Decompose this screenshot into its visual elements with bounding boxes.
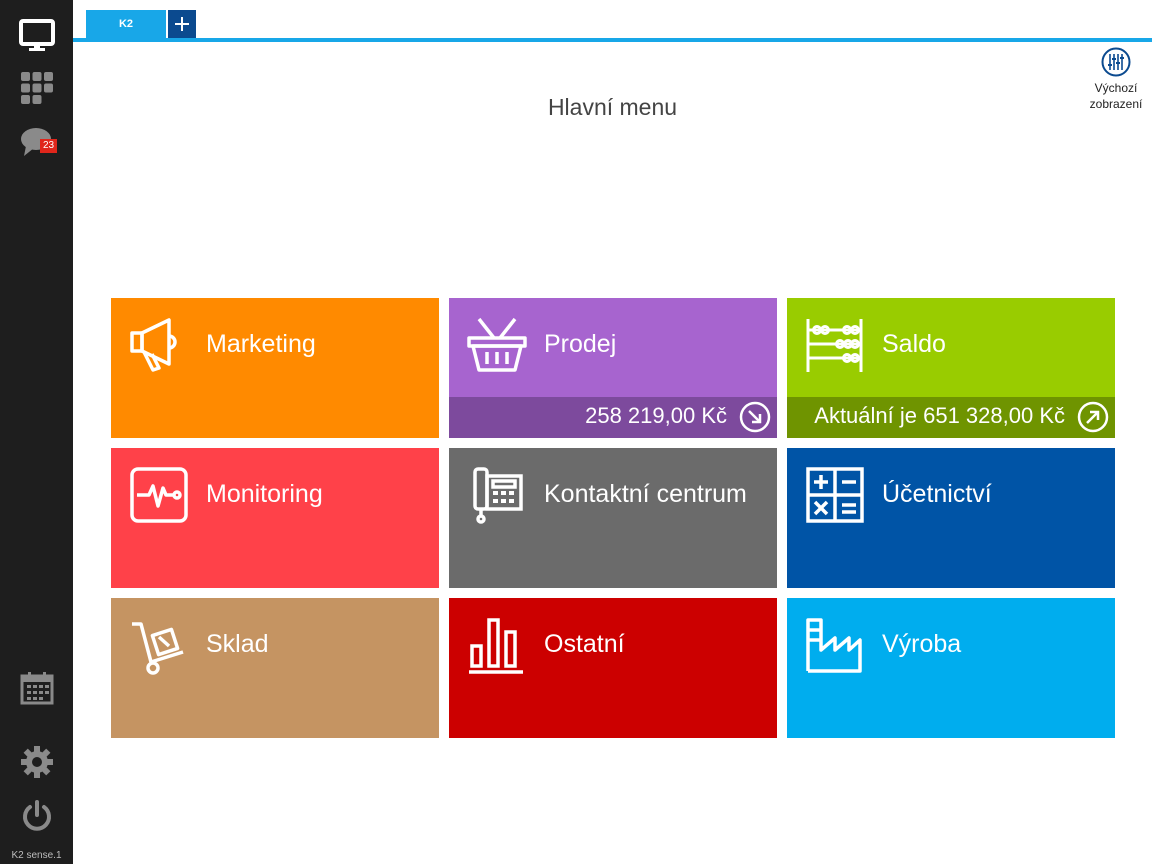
add-tab-button[interactable] [168,10,196,38]
heartbeat-monitor-icon [129,466,189,526]
abacus-icon [805,316,865,376]
default-view-label-line2: zobrazení [1089,97,1143,111]
tile-label: Výroba [882,630,962,658]
tab-k2[interactable]: K2 [86,10,166,38]
calendar-icon[interactable] [18,669,56,707]
tile-kontaktni-centrum[interactable]: Kontaktní centrum [449,448,777,588]
default-view-button[interactable]: Výchozí zobrazení [1084,46,1148,112]
plus-icon [175,17,189,31]
messages-icon[interactable]: 23 [18,123,58,161]
megaphone-icon [129,316,189,376]
default-view-label-line1: Výchozí [1094,81,1138,95]
tile-label: Kontaktní centrum [544,480,747,508]
power-icon[interactable] [18,797,56,835]
apps-grid-icon[interactable] [18,69,56,107]
tile-label: Saldo [882,330,946,358]
factory-icon [805,616,865,676]
bar-chart-icon [467,616,527,676]
sliders-icon [1101,47,1131,77]
messages-count-badge: 23 [40,139,58,153]
tile-label: Sklad [206,630,269,658]
hand-truck-icon [129,616,189,676]
desktop-icon[interactable] [18,17,56,55]
tile-footer: Aktuální je 651 328,00 Kč [787,397,1115,438]
calculator-icon [805,466,865,526]
tile-marketing[interactable]: Marketing [111,298,439,438]
page-title: Hlavní menu [547,94,678,120]
tile-sklad[interactable]: Sklad [111,598,439,738]
tile-ucetnictvi[interactable]: Účetnictví [787,448,1115,588]
tile-label: Monitoring [206,480,323,508]
telephone-icon [467,466,527,526]
balance-text: Aktuální je 651 328,00 Kč [814,403,1065,428]
basket-icon [467,316,527,376]
arrow-down-right-icon [739,401,771,433]
tile-label: Prodej [544,330,617,358]
tile-saldo[interactable]: Saldo Aktuální je 651 328,00 Kč [787,298,1115,438]
tile-ostatni[interactable]: Ostatní [449,598,777,738]
settings-gear-icon[interactable] [18,743,56,781]
tile-vyroba[interactable]: Výroba [787,598,1115,738]
tile-prodej[interactable]: Prodej 258 219,00 Kč [449,298,777,438]
tile-label: Ostatní [544,630,625,658]
tile-footer: 258 219,00 Kč [449,397,777,438]
tab-underline [73,38,1152,42]
app-version-label: K2 sense.1 [11,850,62,861]
tile-label: Účetnictví [882,480,992,508]
sales-amount: 258 219,00 Kč [585,403,727,428]
tab-bar: K2 [73,0,1152,42]
arrow-up-right-icon [1077,401,1109,433]
sidebar: 23 K2 sense.1 [0,0,73,864]
tile-label: Marketing [206,330,316,358]
tile-monitoring[interactable]: Monitoring [111,448,439,588]
